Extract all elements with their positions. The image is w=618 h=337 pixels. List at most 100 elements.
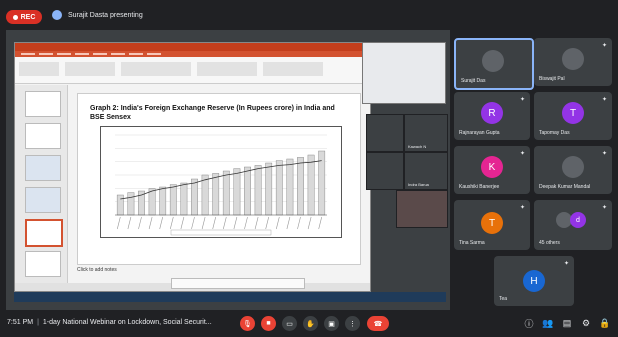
- chart-bar: [244, 166, 251, 216]
- participant-tile[interactable]: [396, 190, 448, 228]
- x-tick-label: [254, 216, 259, 230]
- participant-tile[interactable]: Kawach N: [404, 114, 448, 152]
- ppt-ribbon: [15, 57, 370, 84]
- participant-tile-surajit[interactable]: Surajit Das: [454, 38, 534, 90]
- browser-window: [362, 42, 446, 104]
- pin-icon[interactable]: ✦: [602, 204, 607, 211]
- chart-bar: [254, 165, 262, 216]
- participant-photo: [562, 156, 584, 178]
- chart-bar: [212, 173, 220, 216]
- participant-photo: [562, 48, 584, 70]
- presenter-text: Surajit Dasta presenting: [68, 11, 143, 19]
- chart-bar: [201, 174, 209, 216]
- participant-tile-others[interactable]: ✦ d 45 others: [534, 200, 612, 250]
- slide-thumbnail-selected[interactable]: [25, 219, 63, 247]
- chart-bar: [159, 186, 167, 216]
- group-avatar-icon: d: [570, 212, 586, 228]
- x-tick-label: [201, 216, 206, 230]
- participant-tile[interactable]: [366, 114, 404, 152]
- participant-tile-self[interactable]: ✦ H Tea: [494, 256, 574, 306]
- chart-bar: [169, 184, 177, 216]
- pin-icon[interactable]: ✦: [564, 260, 569, 267]
- participant-name: Kaushiki Banerjee: [459, 184, 500, 190]
- presenter-indicator: Surajit Dasta presenting: [52, 10, 143, 20]
- slide-thumbnail[interactable]: [25, 251, 61, 277]
- participant-tile-deepak[interactable]: ✦ Deepak Kumar Mandal: [534, 146, 612, 194]
- chart-bar: [191, 178, 198, 216]
- x-tick-label: [138, 216, 142, 230]
- participant-tile-biswajit[interactable]: ✦ Biswajit Pal: [534, 38, 612, 86]
- chart-bar: [233, 168, 241, 216]
- participant-avatar: R: [481, 102, 503, 124]
- presenter-avatar-icon: [52, 10, 62, 20]
- participant-name: 45 others: [539, 240, 560, 246]
- x-tick-label: [212, 216, 216, 230]
- mic-off-button[interactable]: 🎙: [240, 316, 255, 331]
- participant-tile-kaushiki[interactable]: ✦ K Kaushiki Banerjee: [454, 146, 530, 194]
- participant-name: Rajnarayan Gupta: [459, 130, 500, 136]
- chat-icon[interactable]: ▤: [560, 316, 574, 330]
- x-tick-label: [286, 216, 291, 230]
- pin-icon[interactable]: ✦: [602, 42, 607, 49]
- participant-tile-rajnarayan[interactable]: ✦ R Rajnarayan Gupta: [454, 92, 530, 140]
- screen-share-notification: [171, 278, 305, 289]
- chart-bar: [265, 162, 273, 216]
- participant-name: Kawach N: [408, 144, 427, 149]
- host-controls-icon[interactable]: 🔒: [598, 316, 612, 330]
- pin-icon[interactable]: ✦: [602, 96, 607, 103]
- chart-legend: [170, 229, 272, 236]
- x-tick-label: [180, 216, 185, 230]
- captions-button[interactable]: ▭: [282, 316, 297, 331]
- participant-name: Biswajit Pal: [539, 76, 565, 82]
- participant-tile-tina[interactable]: ✦ T Tina Sarma: [454, 200, 530, 250]
- pin-icon[interactable]: ✦: [520, 96, 525, 103]
- participant-avatar: H: [523, 270, 545, 292]
- powerpoint-window: Graph 2: India's Foreign Exchange Reserv…: [14, 42, 371, 292]
- x-tick-label: [117, 216, 121, 230]
- participant-name: Tina Sarma: [459, 240, 485, 246]
- presentation-stage: Graph 2: India's Foreign Exchange Reserv…: [6, 30, 450, 310]
- slide-thumbnail[interactable]: [25, 187, 61, 213]
- meeting-time: 7:51 PM: [7, 319, 34, 326]
- chart-bar: [222, 170, 230, 216]
- x-tick-label: [148, 216, 153, 230]
- chart-bar: [307, 154, 315, 216]
- more-options-button[interactable]: ⋮: [345, 316, 360, 331]
- end-call-button[interactable]: ☎: [367, 316, 389, 331]
- chart: [100, 126, 342, 238]
- people-icon[interactable]: 👥: [541, 316, 555, 330]
- pin-icon[interactable]: ✦: [520, 150, 525, 157]
- windows-taskbar: [14, 292, 446, 302]
- slide-thumbnail[interactable]: [25, 155, 61, 181]
- slide-title: Graph 2: India's Foreign Exchange Reserv…: [90, 105, 335, 121]
- chart-bar: [148, 188, 156, 216]
- rec-label: REC: [20, 13, 36, 21]
- raise-hand-button[interactable]: ✋: [303, 316, 318, 331]
- participant-tile[interactable]: Indra Barua: [404, 152, 448, 190]
- participant-tile-tapomay[interactable]: ✦ T Tapomay Das: [534, 92, 612, 140]
- present-button[interactable]: ▣: [324, 316, 339, 331]
- info-icon[interactable]: ⓘ: [522, 316, 536, 330]
- chart-bar: [116, 194, 124, 216]
- x-tick-label: [127, 216, 132, 230]
- activities-icon[interactable]: ⚙: [579, 316, 593, 330]
- participant-tile[interactable]: [366, 152, 404, 190]
- chart-bar: [127, 192, 135, 216]
- chart-bar: [180, 182, 188, 216]
- notes-pane[interactable]: Click to add notes: [77, 267, 117, 273]
- x-tick-label: [318, 216, 322, 230]
- x-tick-label: [191, 216, 195, 230]
- record-dot-icon: [12, 14, 18, 20]
- camera-off-button[interactable]: ■: [261, 316, 276, 331]
- pin-icon[interactable]: ✦: [520, 204, 525, 211]
- x-tick-label: [265, 216, 269, 230]
- participant-name: Indra Barua: [408, 182, 429, 187]
- participant-name: Tapomay Das: [539, 130, 570, 136]
- x-tick-label: [276, 216, 280, 230]
- slide-thumbnail[interactable]: [25, 91, 61, 117]
- x-tick-label: [307, 216, 312, 230]
- participant-avatar: T: [481, 212, 503, 234]
- slide-thumbnail[interactable]: [25, 123, 61, 149]
- x-tick-label: [233, 216, 238, 230]
- pin-icon[interactable]: ✦: [602, 150, 607, 157]
